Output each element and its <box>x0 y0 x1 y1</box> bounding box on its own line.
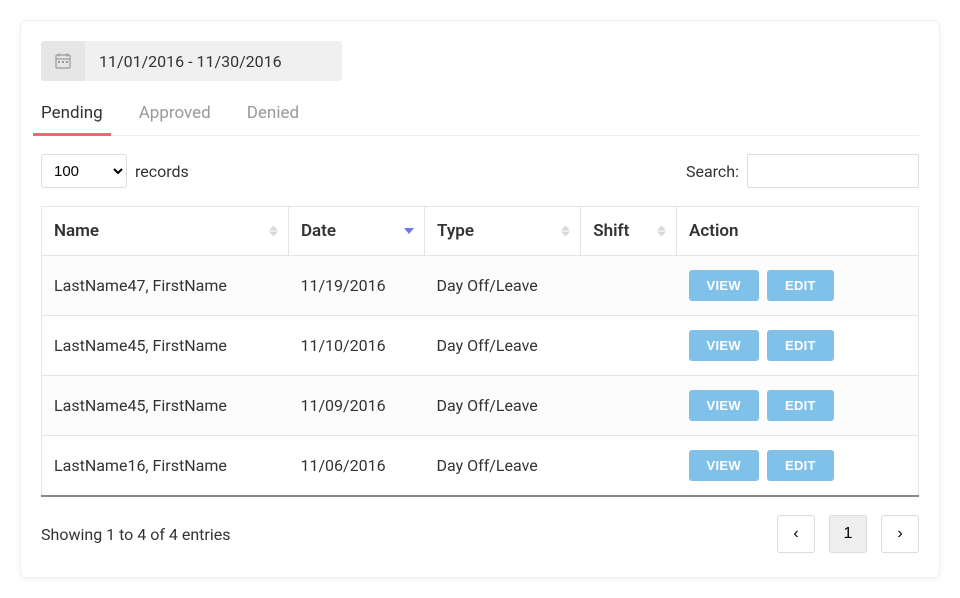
view-button[interactable]: VIEW <box>689 390 759 421</box>
cell-name: LastName45, FirstName <box>42 316 289 376</box>
cell-date: 11/06/2016 <box>288 436 424 497</box>
col-header-shift-label: Shift <box>593 221 629 241</box>
cell-shift <box>581 376 677 436</box>
page-size-select[interactable]: 102550100 <box>41 154 127 188</box>
cell-name: LastName45, FirstName <box>42 376 289 436</box>
col-header-type-label: Type <box>437 221 474 241</box>
cell-date: 11/19/2016 <box>288 256 424 316</box>
cell-name: LastName47, FirstName <box>42 256 289 316</box>
table-row: LastName16, FirstName11/06/2016Day Off/L… <box>42 436 919 497</box>
col-header-shift[interactable]: Shift <box>581 207 677 256</box>
sort-icon <box>657 226 666 237</box>
pager-next[interactable]: › <box>881 515 919 553</box>
col-header-date[interactable]: Date <box>288 207 424 256</box>
col-header-action: Action <box>677 207 919 256</box>
status-tabs: Pending Approved Denied <box>41 95 919 136</box>
edit-button[interactable]: EDIT <box>767 270 834 301</box>
cell-action: VIEW EDIT <box>677 256 919 316</box>
cell-shift <box>581 436 677 497</box>
cell-type: Day Off/Leave <box>425 436 581 497</box>
cell-type: Day Off/Leave <box>425 316 581 376</box>
edit-button[interactable]: EDIT <box>767 330 834 361</box>
sort-icon <box>269 226 278 237</box>
cell-action: VIEW EDIT <box>677 316 919 376</box>
edit-button[interactable]: EDIT <box>767 390 834 421</box>
cell-action: VIEW EDIT <box>677 436 919 497</box>
cell-type: Day Off/Leave <box>425 256 581 316</box>
tab-approved[interactable]: Approved <box>139 95 211 135</box>
table-row: LastName45, FirstName11/09/2016Day Off/L… <box>42 376 919 436</box>
table-row: LastName45, FirstName11/10/2016Day Off/L… <box>42 316 919 376</box>
tab-denied[interactable]: Denied <box>247 95 299 135</box>
col-header-name-label: Name <box>54 221 99 241</box>
leave-requests-panel: 11/01/2016 - 11/30/2016 Pending Approved D… <box>20 20 940 578</box>
calendar-icon <box>41 41 85 81</box>
cell-shift <box>581 316 677 376</box>
date-range-text: 11/01/2016 - 11/30/2016 <box>85 52 342 71</box>
table-controls: 102550100 records Search: <box>41 154 919 188</box>
view-button[interactable]: VIEW <box>689 270 759 301</box>
tab-pending[interactable]: Pending <box>41 95 103 135</box>
col-header-name[interactable]: Name <box>42 207 289 256</box>
col-header-action-label: Action <box>689 221 738 241</box>
cell-type: Day Off/Leave <box>425 376 581 436</box>
search-area: Search: <box>686 154 919 188</box>
pager-prev[interactable]: ‹ <box>777 515 815 553</box>
pager: ‹ 1 › <box>777 515 919 553</box>
table-row: LastName47, FirstName11/19/2016Day Off/L… <box>42 256 919 316</box>
cell-shift <box>581 256 677 316</box>
cell-date: 11/10/2016 <box>288 316 424 376</box>
search-input[interactable] <box>747 154 919 188</box>
pager-page-1[interactable]: 1 <box>829 515 867 553</box>
cell-name: LastName16, FirstName <box>42 436 289 497</box>
search-label: Search: <box>686 162 739 181</box>
table-footer: Showing 1 to 4 of 4 entries ‹ 1 › <box>41 515 919 553</box>
view-button[interactable]: VIEW <box>689 450 759 481</box>
records-label: records <box>135 162 189 181</box>
requests-table: Name Date Type <box>41 206 919 497</box>
sort-icon-active <box>404 228 414 234</box>
date-range-picker[interactable]: 11/01/2016 - 11/30/2016 <box>41 41 342 81</box>
col-header-date-label: Date <box>301 221 336 241</box>
cell-action: VIEW EDIT <box>677 376 919 436</box>
edit-button[interactable]: EDIT <box>767 450 834 481</box>
view-button[interactable]: VIEW <box>689 330 759 361</box>
entries-info: Showing 1 to 4 of 4 entries <box>41 525 230 544</box>
col-header-type[interactable]: Type <box>425 207 581 256</box>
sort-icon <box>561 226 570 237</box>
cell-date: 11/09/2016 <box>288 376 424 436</box>
